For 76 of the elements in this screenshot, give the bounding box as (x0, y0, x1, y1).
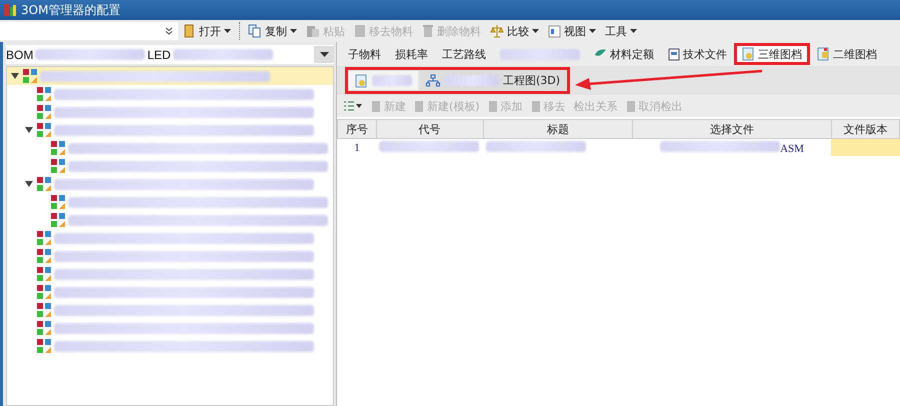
redacted-text (372, 75, 412, 86)
table-cell (831, 138, 900, 156)
subtab[interactable] (349, 71, 418, 90)
part-icon (36, 320, 52, 336)
tab[interactable]: 子物料 (341, 43, 388, 65)
part-icon (36, 248, 52, 264)
folder-icon (183, 24, 196, 38)
expand-arrow-icon[interactable] (11, 72, 19, 80)
window-icon (548, 24, 561, 38)
column-header[interactable]: 序号 (338, 120, 376, 138)
tab[interactable]: 损耗率 (388, 43, 435, 65)
combo-text: BOM (6, 48, 34, 62)
part-icon (50, 212, 66, 228)
list-menu-button[interactable] (341, 100, 365, 112)
toolbar-button[interactable]: 视图 (544, 21, 600, 41)
document-icon (354, 24, 366, 38)
document-icon (626, 100, 636, 112)
toolbar-button[interactable]: 打开 (179, 21, 235, 41)
part-icon (36, 302, 52, 318)
file-name-text: ASM (780, 142, 804, 154)
trash-icon (422, 24, 434, 38)
document-icon (371, 100, 381, 112)
column-header[interactable]: 代号 (376, 120, 484, 138)
file-icon (817, 47, 830, 61)
part-icon (36, 266, 52, 282)
column-header[interactable]: 文件版本 (831, 120, 900, 138)
part-icon (36, 104, 52, 120)
caret-icon (630, 29, 637, 33)
part-icon (36, 122, 52, 138)
list-icon (343, 100, 363, 112)
part-icon (22, 68, 38, 84)
column-header[interactable]: 标题 (483, 120, 633, 138)
toolbar-button[interactable]: 工具 (601, 21, 641, 41)
document-icon (530, 100, 541, 112)
file-icon (355, 74, 368, 88)
dropdown-button[interactable] (314, 46, 334, 63)
scale-icon (490, 24, 504, 38)
caret-icon (224, 29, 231, 33)
toolbar-button[interactable]: 复制 (244, 21, 301, 41)
part-icon (50, 158, 66, 174)
tab[interactable]: 工艺路线 (435, 43, 493, 65)
caret-icon (320, 52, 328, 57)
copy-icon (248, 24, 262, 38)
tab[interactable]: 二维图档 (810, 43, 884, 65)
tab[interactable]: 技术文件 (661, 43, 734, 65)
redacted-text (444, 75, 499, 86)
file-icon (742, 47, 755, 61)
caret-icon (589, 29, 596, 33)
document-icon (668, 48, 680, 60)
part-icon (50, 194, 66, 210)
caret-icon (532, 29, 539, 33)
search-field[interactable] (0, 22, 178, 40)
part-icon (36, 176, 52, 192)
table-cell: 1 (338, 138, 376, 156)
part-icon (50, 140, 66, 156)
hierarchy-icon (426, 74, 440, 87)
tab[interactable]: 材料定额 (587, 43, 661, 65)
part-icon (36, 284, 52, 300)
expand-arrow-icon[interactable] (25, 126, 33, 134)
tab[interactable]: 三维图档 (734, 43, 810, 65)
part-icon (36, 86, 52, 102)
app-icon (3, 3, 17, 17)
expand-arrow-icon[interactable] (25, 180, 33, 188)
chevron-icon[interactable] (165, 27, 173, 35)
combo-text: LED (147, 48, 171, 62)
bom-dropdown[interactable]: BOM LED (6, 45, 334, 64)
clipboard-icon (306, 24, 320, 38)
part-icon (36, 230, 52, 246)
part-icon (36, 338, 52, 354)
toolbar-button[interactable]: 比较 (486, 21, 543, 41)
document-icon (488, 100, 498, 112)
caret-icon (290, 29, 297, 33)
subtab[interactable]: 工程图(3D) (420, 71, 566, 90)
column-header[interactable]: 选择文件 (632, 120, 832, 138)
window-title: 3OM管理器的配置 (21, 2, 120, 18)
document-icon (414, 100, 424, 112)
